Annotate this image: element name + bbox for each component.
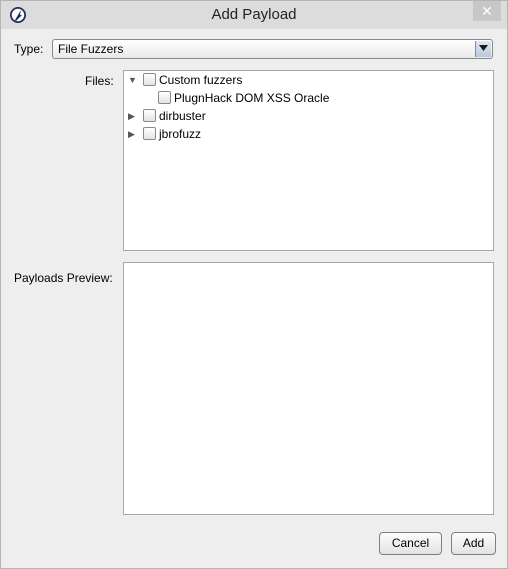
tree-node-label: jbrofuzz: [159, 127, 202, 141]
files-label: Files:: [85, 74, 114, 88]
type-dropdown[interactable]: File Fuzzers: [52, 39, 493, 59]
add-payload-dialog: Add Payload ✕ Type: File Fuzzers Files: …: [0, 0, 508, 569]
chevron-down-icon: [479, 45, 488, 51]
dialog-title: Add Payload: [211, 6, 297, 23]
checkbox[interactable]: [143, 109, 156, 122]
checkbox[interactable]: [143, 127, 156, 140]
add-button[interactable]: Add: [451, 532, 496, 555]
tree-node-plugnhack[interactable]: PlugnHack DOM XSS Oracle: [158, 89, 468, 107]
close-icon: ✕: [481, 3, 493, 19]
expand-toggle-icon[interactable]: ▶: [128, 125, 138, 143]
expand-toggle-icon[interactable]: ▼: [128, 71, 138, 89]
type-dropdown-value: File Fuzzers: [58, 42, 124, 56]
cancel-button[interactable]: Cancel: [379, 532, 442, 555]
title-bar[interactable]: Add Payload ✕: [1, 1, 507, 29]
tree-node-label: dirbuster: [159, 109, 206, 123]
tree-node-dirbuster[interactable]: ▶ dirbuster: [128, 107, 468, 125]
tree-node-custom-fuzzers[interactable]: ▼ Custom fuzzers: [128, 71, 468, 89]
payloads-preview-label: Payloads Preview:: [14, 271, 113, 285]
tree-node-label: PlugnHack DOM XSS Oracle: [174, 91, 330, 105]
payloads-preview-area[interactable]: [123, 262, 494, 515]
files-tree[interactable]: ▼ Custom fuzzers PlugnHack DOM XSS Oracl…: [123, 70, 494, 251]
tree-node-label: Custom fuzzers: [159, 73, 243, 87]
checkbox[interactable]: [143, 73, 156, 86]
expand-toggle-icon[interactable]: ▶: [128, 107, 138, 125]
checkbox[interactable]: [158, 91, 171, 104]
dropdown-arrow-button[interactable]: [475, 41, 491, 57]
type-label: Type:: [14, 42, 44, 56]
tree-node-jbrofuzz[interactable]: ▶ jbrofuzz: [128, 125, 468, 143]
close-button[interactable]: ✕: [473, 1, 501, 21]
